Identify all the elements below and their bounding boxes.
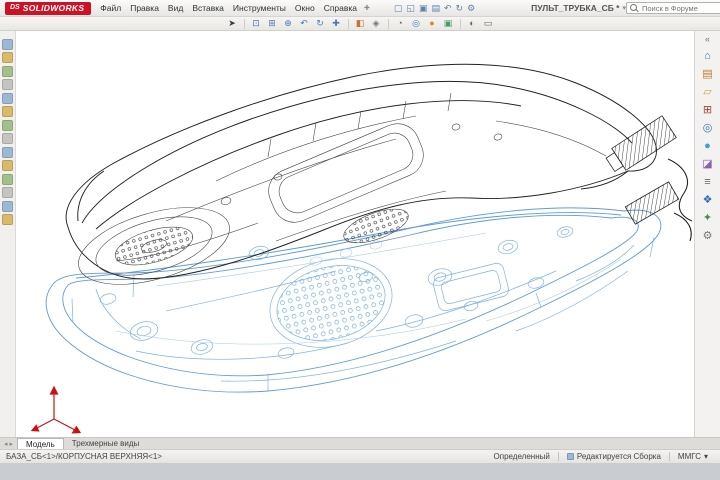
home-icon[interactable]: ⌂ (704, 51, 711, 62)
model-wireframe (30, 63, 693, 434)
status-units-text: ММГС (677, 452, 701, 461)
open-document-icon[interactable]: ◱ (406, 3, 415, 13)
left-feature-toolbar (0, 31, 16, 437)
units-chevron-icon: ▾ (703, 452, 708, 461)
custom-properties-icon[interactable]: ≡ (704, 177, 710, 188)
main-menu: Файл Правка Вид Вставка Инструменты Окно… (100, 3, 357, 13)
new-document-icon[interactable]: ▢ (394, 3, 403, 13)
display-style-icon[interactable]: ◔ (394, 18, 407, 30)
file-explorer-icon[interactable]: ▱ (703, 87, 711, 98)
document-tab-bar: ◂ ▸ Модель Трехмерные виды (0, 437, 720, 449)
task-pane: « ⌂ ▤ ▱ ⊞ ◎ ● ◪ ≡ ❖ ✦ ⚙ (694, 31, 720, 437)
smart-fasteners-icon[interactable] (2, 92, 13, 104)
ds-logo-icon: DS (10, 4, 20, 11)
quick-access-toolbar: ▢ ◱ ▣ ▤ ↶ ↻ ⚙ (394, 3, 475, 13)
menu-bar: DS SOLIDWORKS Файл Правка Вид Вставка Ин… (0, 0, 720, 17)
search-field[interactable] (626, 2, 720, 14)
tab-3d-views[interactable]: Трехмерные виды (64, 438, 148, 449)
search-area: ▾ ? (626, 2, 720, 14)
select-tool-icon[interactable]: ➤ (226, 18, 239, 30)
evaluate-icon[interactable] (2, 214, 13, 225)
options-icon[interactable]: ⚙ (467, 3, 475, 13)
show-hidden-icon[interactable] (2, 119, 13, 131)
cable-connector-lower (624, 181, 692, 242)
status-separator (668, 452, 670, 461)
toolbar-separator (347, 18, 349, 29)
tab-scroll-right-icon[interactable]: ▸ (10, 440, 14, 448)
collapse-pane-icon[interactable]: « (705, 35, 710, 44)
logo-text: SOLIDWORKS (22, 2, 85, 13)
status-right-group: Определенный Редактируется Сборка ММГС ▾ (494, 452, 708, 461)
sketch-icon[interactable] (2, 200, 13, 212)
edit-appearance-icon[interactable]: ● (426, 18, 439, 30)
zoom-fit-icon[interactable]: ⊡ (250, 18, 263, 30)
document-title: ПУЛЬТ_ТРУБКА_СБ * ▾ (531, 3, 626, 13)
graphics-viewport[interactable] (16, 31, 694, 437)
view-orientation-icon[interactable]: ◈ (370, 18, 383, 30)
bill-of-materials-icon[interactable] (2, 160, 13, 171)
decals-icon[interactable]: ◪ (702, 159, 712, 170)
solidworks-logo: DS SOLIDWORKS (5, 1, 92, 15)
toolbar-separator (459, 18, 461, 29)
assembly-features-icon[interactable] (2, 133, 13, 144)
camera-icon[interactable]: ▭ (482, 18, 495, 30)
design-library-icon[interactable]: ▤ (702, 69, 712, 80)
hide-show-items-icon[interactable]: ◎ (410, 18, 423, 30)
menu-file[interactable]: Файл (100, 3, 121, 13)
instant-3d-icon[interactable] (2, 187, 13, 198)
menu-window[interactable]: Окно (295, 3, 315, 13)
document-title-text: ПУЛЬТ_ТРУБКА_СБ * (531, 3, 620, 13)
solidworks-window: DS SOLIDWORKS Файл Правка Вид Вставка Ин… (0, 0, 720, 463)
search-icon (630, 3, 639, 13)
view-palette-icon[interactable]: ◎ (703, 123, 713, 134)
status-separator (557, 452, 559, 461)
tab-scroll-left-icon[interactable]: ◂ (4, 440, 8, 448)
toolbar-separator (387, 18, 389, 29)
apply-scene-icon[interactable]: ▣ (442, 18, 455, 30)
menu-insert[interactable]: Вставка (192, 3, 224, 13)
rebuild-icon[interactable]: ↻ (456, 3, 464, 13)
appearances-icon[interactable]: ● (704, 141, 711, 152)
toolbox-icon[interactable]: ⊞ (703, 105, 712, 116)
status-bar: БАЗА_СБ<1>/КОРПУСНАЯ ВЕРХНЯЯ<1> Определе… (0, 449, 720, 463)
status-units[interactable]: ММГС ▾ (678, 452, 708, 461)
assembly-mode-icon (566, 453, 574, 460)
status-state: Определенный (493, 452, 550, 461)
mate-icon[interactable] (2, 65, 13, 77)
toolbar-separator (243, 18, 245, 29)
save-icon[interactable]: ▣ (419, 3, 428, 13)
component-pattern-icon[interactable] (2, 79, 13, 90)
search-input[interactable] (642, 3, 720, 13)
menu-help[interactable]: Справка (324, 3, 357, 13)
reference-geometry-icon[interactable] (2, 146, 13, 158)
tab-scroll-buttons: ◂ ▸ (0, 440, 17, 448)
previous-view-icon[interactable]: ↶ (298, 18, 311, 30)
forum-icon[interactable]: ❖ (703, 195, 713, 206)
pane-settings-icon[interactable]: ⚙ (703, 231, 713, 242)
menu-view[interactable]: Вид (168, 3, 183, 13)
rotate-view-icon[interactable]: ↻ (314, 18, 327, 30)
assembly-icon[interactable] (2, 38, 13, 50)
status-edit-mode: Редактируется Сборка (566, 452, 661, 461)
solidworks-resources-icon[interactable]: ✦ (703, 213, 712, 224)
tab-model[interactable]: Модель (17, 438, 64, 449)
zoom-area-icon[interactable]: ⊞ (266, 18, 279, 30)
menu-edit[interactable]: Правка (130, 3, 159, 13)
pin-menu-icon[interactable]: ✚ (364, 4, 370, 12)
pan-icon[interactable]: ✚ (330, 18, 343, 30)
undo-icon[interactable]: ↶ (444, 3, 452, 13)
menu-tools[interactable]: Инструменты (233, 3, 286, 13)
view-settings-icon[interactable]: ◐ (466, 18, 479, 30)
status-edit-mode-text: Редактируется Сборка (576, 452, 661, 461)
insert-components-icon[interactable] (2, 52, 13, 63)
view-toolbar: ➤ ⊡ ⊞ ⊕ ↶ ↻ ✚ ◧ ◈ ◔ ◎ ● ▣ ◐ ▭ (0, 17, 720, 31)
origin-triad (30, 385, 82, 434)
section-view-icon[interactable]: ◧ (354, 18, 367, 30)
print-icon[interactable]: ▤ (431, 3, 440, 13)
exploded-view-icon[interactable] (2, 173, 13, 185)
move-component-icon[interactable] (2, 106, 13, 117)
status-selection: БАЗА_СБ<1>/КОРПУСНАЯ ВЕРХНЯЯ<1> (6, 452, 162, 461)
zoom-in-out-icon[interactable]: ⊕ (282, 18, 295, 30)
